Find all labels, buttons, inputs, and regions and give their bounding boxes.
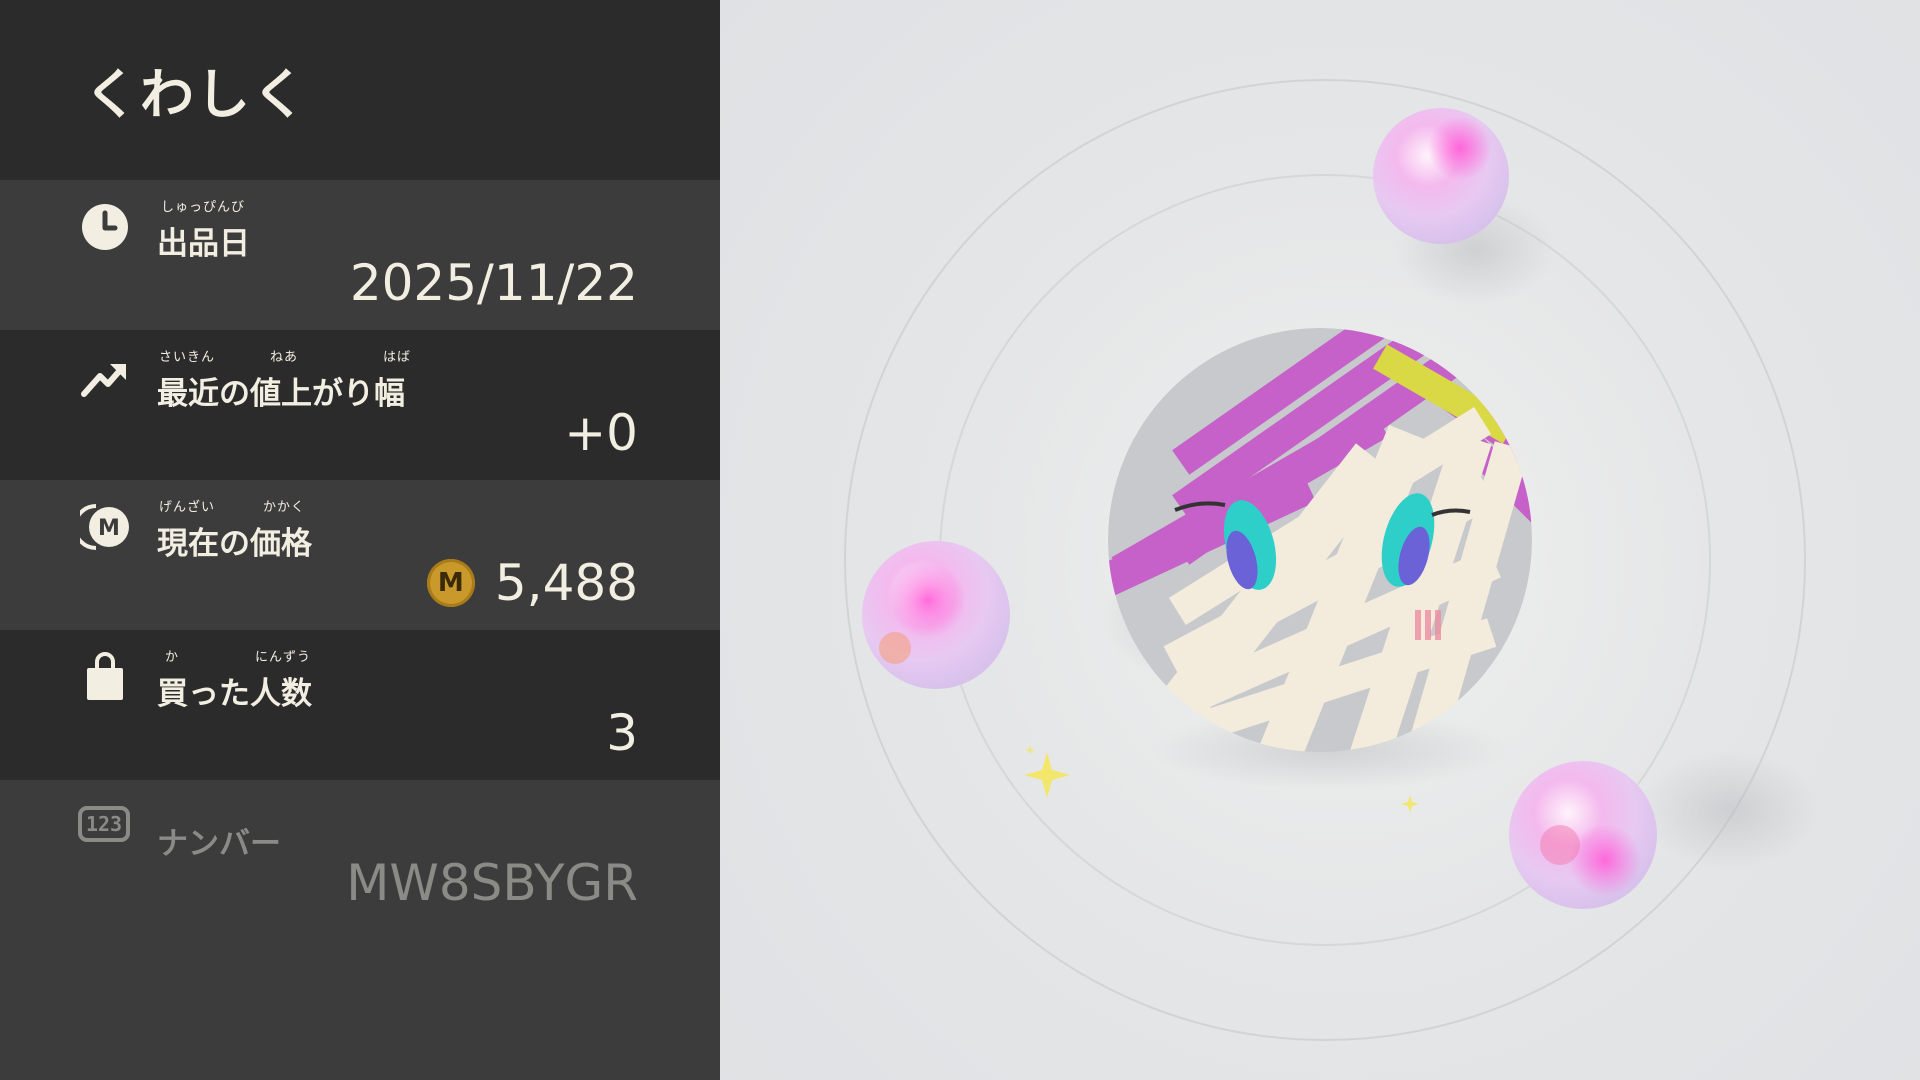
panel-header: くわしく: [0, 0, 720, 180]
recent-increase-value: +0: [564, 404, 638, 462]
row-recent-increase: さいきん ねあ はば 最近の値上がり幅 +0: [0, 330, 720, 480]
listing-date-value: 2025/11/22: [349, 254, 638, 312]
coin-icon: M: [426, 559, 475, 607]
label-ruby: さいきん: [159, 350, 216, 365]
label-ruby: にんずう: [255, 650, 312, 665]
shopping-bag-icon: [87, 652, 123, 700]
row-item-number: 123 ナンバー MW8SBYGR: [0, 780, 720, 930]
label-ruby: かかく: [263, 500, 306, 515]
svg-text:M: M: [98, 516, 120, 541]
row-buyers-count: か にんずう 買った人数 3: [0, 630, 720, 780]
current-price-value: 5,488: [494, 554, 638, 612]
item-number-label: ナンバー: [157, 826, 281, 862]
item-number-value: MW8SBYGR: [346, 854, 638, 912]
label-ruby: ねあ: [270, 350, 299, 365]
pink-orb: [862, 541, 1010, 689]
price-coin-icon: M: [80, 504, 129, 550]
label-ruby: か: [165, 650, 180, 665]
pink-orb: [1509, 761, 1657, 909]
current-price-label: 現在の価格: [157, 526, 312, 562]
item-preview-scene[interactable]: [720, 0, 1920, 1080]
row-listing-date: しゅっぴんび 出品日 2025/11/22: [0, 180, 720, 330]
label-ruby: げんざい: [159, 500, 216, 515]
label-ruby: はば: [383, 350, 412, 365]
buyers-count-value: 3: [606, 704, 638, 762]
trend-up-icon: [81, 364, 126, 397]
listing-date-label: 出品日: [157, 226, 250, 262]
pink-orb: [1373, 108, 1509, 244]
label-ruby: しゅっぴんび: [161, 200, 246, 215]
row-current-price: M げんざい かかく 現在の価格 M 5,488: [0, 480, 720, 630]
number-badge-icon: 123: [78, 806, 130, 842]
recent-increase-label: 最近の値上がり幅: [157, 376, 405, 412]
page-title: くわしく: [84, 63, 308, 126]
buyers-count-label: 買った人数: [157, 676, 312, 712]
details-panel: くわしく しゅっぴんび 出品日 2025/11/22 さいきん ねあ はば 最近…: [0, 0, 720, 1080]
clock-icon: [82, 204, 128, 250]
yarn-ball: [1108, 328, 1532, 752]
yarn-ball-scene: [844, 79, 1820, 1041]
